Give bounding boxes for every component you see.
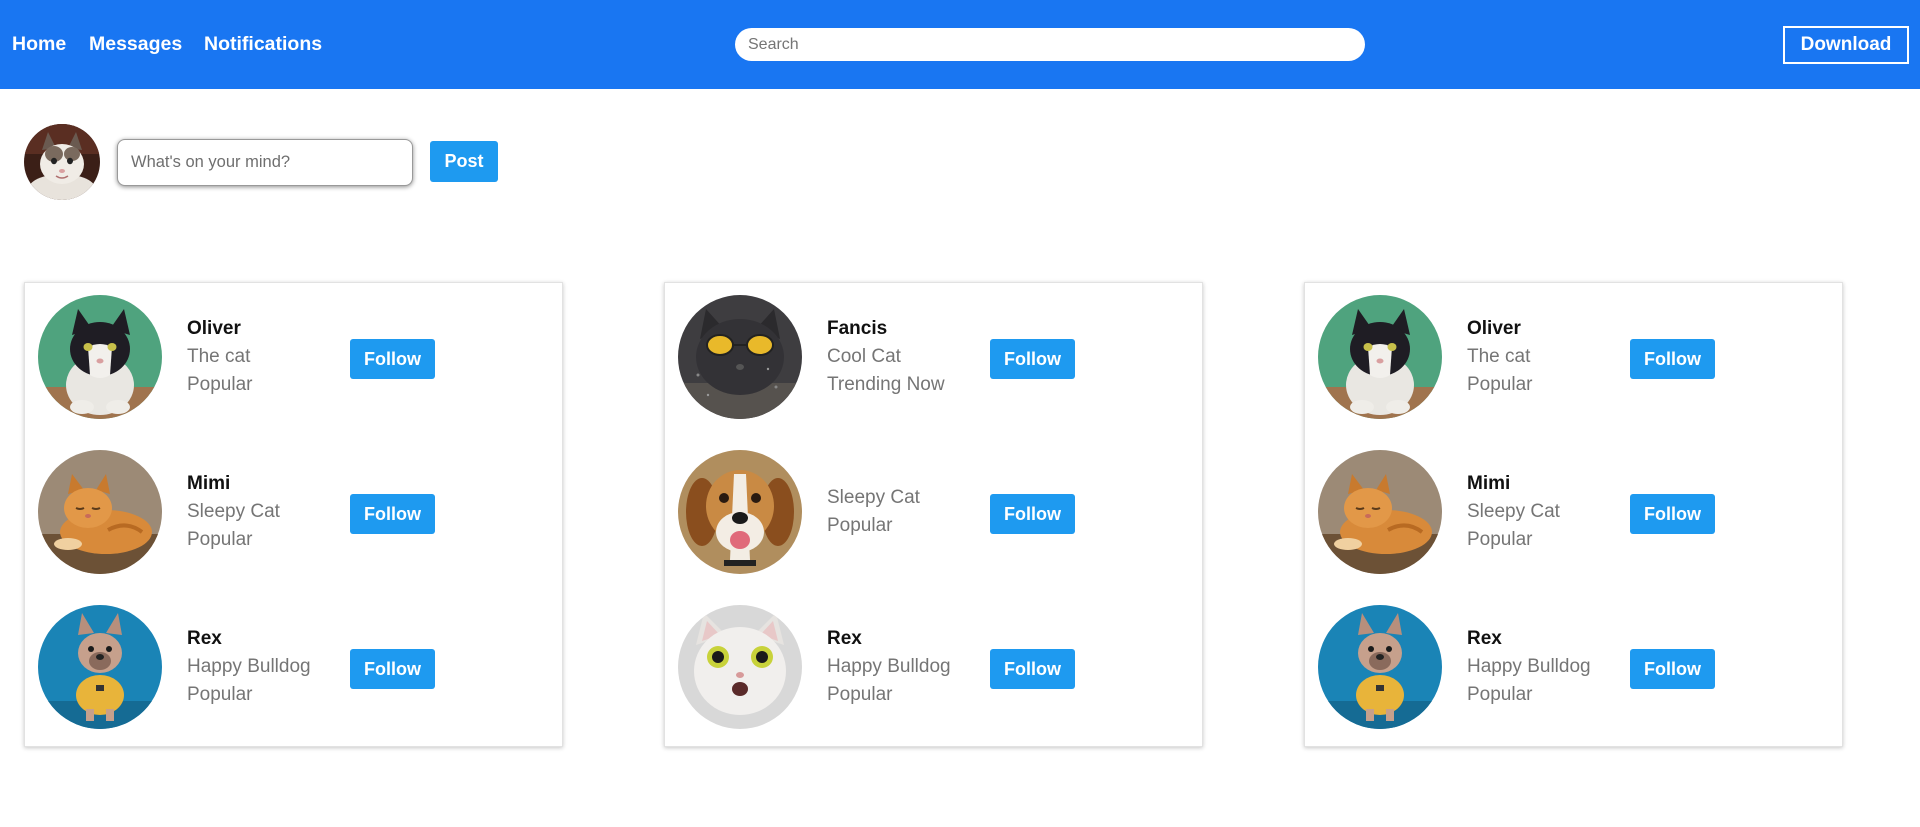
follow-button[interactable]: Follow	[1630, 649, 1715, 689]
profile-status: Popular	[1467, 529, 1533, 550]
profile-info: Fancis Cool Cat Trending Now	[827, 295, 987, 419]
profile-description: Sleepy Cat	[827, 487, 920, 508]
profile-avatar[interactable]	[1318, 450, 1442, 574]
profile-description: Sleepy Cat	[187, 501, 280, 522]
profile-name: Oliver	[187, 318, 241, 339]
profile-description: The cat	[1467, 346, 1531, 367]
profile-info: Sleepy Cat Popular	[827, 450, 987, 574]
follow-button[interactable]: Follow	[350, 494, 435, 534]
cat-sunglasses-icon	[678, 295, 802, 419]
tuxedo-cat-icon	[1318, 295, 1442, 419]
french-bulldog-icon	[38, 605, 162, 729]
follow-button[interactable]: Follow	[350, 649, 435, 689]
profile-name: Rex	[187, 628, 222, 649]
profile-status: Popular	[827, 684, 893, 705]
profile-status: Popular	[1467, 374, 1533, 395]
orange-cat-icon	[38, 450, 162, 574]
profile-avatar[interactable]	[678, 450, 802, 574]
profile-avatar[interactable]	[1318, 295, 1442, 419]
follow-button[interactable]: Follow	[990, 649, 1075, 689]
profile-description: The cat	[187, 346, 251, 367]
list-item: Oliver The cat Popular Follow	[1305, 295, 1842, 419]
nav-home-link[interactable]: Home	[12, 33, 66, 55]
tuxedo-cat-icon	[38, 295, 162, 419]
download-button[interactable]: Download	[1783, 26, 1909, 64]
post-composer-input[interactable]	[117, 139, 413, 186]
list-item: Mimi Sleepy Cat Popular Follow	[1305, 450, 1842, 574]
profile-info: Rex Happy Bulldog Popular	[1467, 605, 1627, 729]
list-item: Fancis Cool Cat Trending Now Follow	[665, 295, 1202, 419]
follow-button[interactable]: Follow	[990, 339, 1075, 379]
follow-button[interactable]: Follow	[990, 494, 1075, 534]
list-item: Oliver The cat Popular Follow	[25, 295, 562, 419]
profile-avatar[interactable]	[38, 450, 162, 574]
nav-notifications-link[interactable]: Notifications	[204, 33, 322, 55]
profile-info: Rex Happy Bulldog Popular	[187, 605, 347, 729]
search-input[interactable]	[735, 28, 1365, 61]
profile-description: Happy Bulldog	[1467, 656, 1591, 677]
follow-button[interactable]: Follow	[1630, 339, 1715, 379]
profile-description: Cool Cat	[827, 346, 901, 367]
profile-description: Sleepy Cat	[1467, 501, 1560, 522]
list-item: Rex Happy Bulldog Popular Follow	[665, 605, 1202, 729]
profile-description: Happy Bulldog	[187, 656, 311, 677]
suggestion-card: Fancis Cool Cat Trending Now Follow Slee…	[664, 282, 1203, 747]
profile-avatar[interactable]	[1318, 605, 1442, 729]
french-bulldog-icon	[1318, 605, 1442, 729]
nav-messages-link[interactable]: Messages	[89, 33, 182, 55]
beagle-icon	[678, 450, 802, 574]
profile-status: Popular	[187, 374, 253, 395]
profile-avatar[interactable]	[38, 295, 162, 419]
profile-status: Trending Now	[827, 374, 945, 395]
profile-status: Popular	[187, 684, 253, 705]
list-item: Rex Happy Bulldog Popular Follow	[25, 605, 562, 729]
profile-avatar[interactable]	[38, 605, 162, 729]
suggestion-card: Oliver The cat Popular Follow Mimi Sleep…	[24, 282, 563, 747]
profile-description: Happy Bulldog	[827, 656, 951, 677]
profile-status: Popular	[187, 529, 253, 550]
profile-avatar[interactable]	[678, 295, 802, 419]
profile-name: Mimi	[187, 473, 231, 494]
list-item: Mimi Sleepy Cat Popular Follow	[25, 450, 562, 574]
post-button[interactable]: Post	[430, 141, 498, 182]
suggestion-card: Oliver The cat Popular Follow Mimi Sleep…	[1304, 282, 1843, 747]
list-item: Rex Happy Bulldog Popular Follow	[1305, 605, 1842, 729]
orange-cat-icon	[1318, 450, 1442, 574]
profile-status: Popular	[827, 515, 893, 536]
profile-info: Rex Happy Bulldog Popular	[827, 605, 987, 729]
follow-button[interactable]: Follow	[1630, 494, 1715, 534]
profile-name: Mimi	[1467, 473, 1511, 494]
profile-info: Mimi Sleepy Cat Popular	[187, 450, 347, 574]
profile-name: Rex	[827, 628, 862, 649]
profile-name: Oliver	[1467, 318, 1521, 339]
cat-avatar-icon	[24, 124, 100, 200]
profile-info: Oliver The cat Popular	[187, 295, 347, 419]
follow-button[interactable]: Follow	[350, 339, 435, 379]
profile-avatar[interactable]	[678, 605, 802, 729]
white-cat-icon	[678, 605, 802, 729]
list-item: Sleepy Cat Popular Follow	[665, 450, 1202, 574]
profile-info: Oliver The cat Popular	[1467, 295, 1627, 419]
top-nav-bar: Home Messages Notifications Download	[0, 0, 1920, 89]
profile-name: Fancis	[827, 318, 888, 339]
profile-info: Mimi Sleepy Cat Popular	[1467, 450, 1627, 574]
profile-status: Popular	[1467, 684, 1533, 705]
profile-name: Rex	[1467, 628, 1502, 649]
user-avatar[interactable]	[24, 124, 100, 200]
